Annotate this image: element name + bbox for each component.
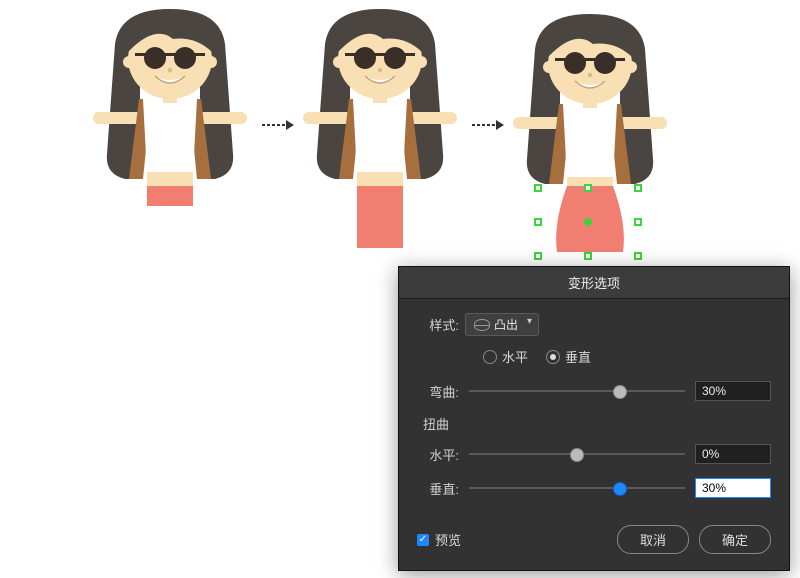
arrow-icon (260, 112, 296, 140)
warp-options-dialog: 变形选项 样式: 凸出 水平 垂直 弯曲: 30% 扭曲 (398, 266, 790, 571)
orientation-vertical-radio[interactable]: 垂直 (546, 347, 591, 366)
distort-h-label: 水平: (417, 445, 459, 464)
arrow-icon (470, 112, 506, 140)
distort-section-label: 扭曲 (423, 414, 771, 433)
radio-icon (483, 350, 497, 364)
distort-h-value-input[interactable]: 0% (695, 444, 771, 464)
character-stage-1 (85, 4, 255, 254)
character-stage-2 (295, 4, 465, 254)
distort-v-label: 垂直: (417, 479, 459, 498)
bulge-icon (474, 319, 490, 331)
character-stage-3 (505, 4, 675, 254)
bend-slider[interactable] (469, 390, 685, 392)
orientation-horizontal-radio[interactable]: 水平 (483, 347, 528, 366)
bend-label: 弯曲: (417, 382, 459, 401)
style-label: 样式: (417, 315, 459, 334)
distort-v-slider[interactable] (469, 487, 685, 489)
style-select[interactable]: 凸出 (465, 313, 539, 336)
cancel-button[interactable]: 取消 (617, 525, 689, 554)
bend-value-input[interactable]: 30% (695, 381, 771, 401)
check-icon: ✓ (417, 534, 429, 546)
preview-checkbox[interactable]: ✓ 预览 (417, 530, 461, 549)
distort-v-value-input[interactable]: 30% (695, 478, 771, 498)
distort-h-slider[interactable] (469, 453, 685, 455)
radio-icon (546, 350, 560, 364)
ok-button[interactable]: 确定 (699, 525, 771, 554)
dialog-title: 变形选项 (399, 267, 789, 299)
